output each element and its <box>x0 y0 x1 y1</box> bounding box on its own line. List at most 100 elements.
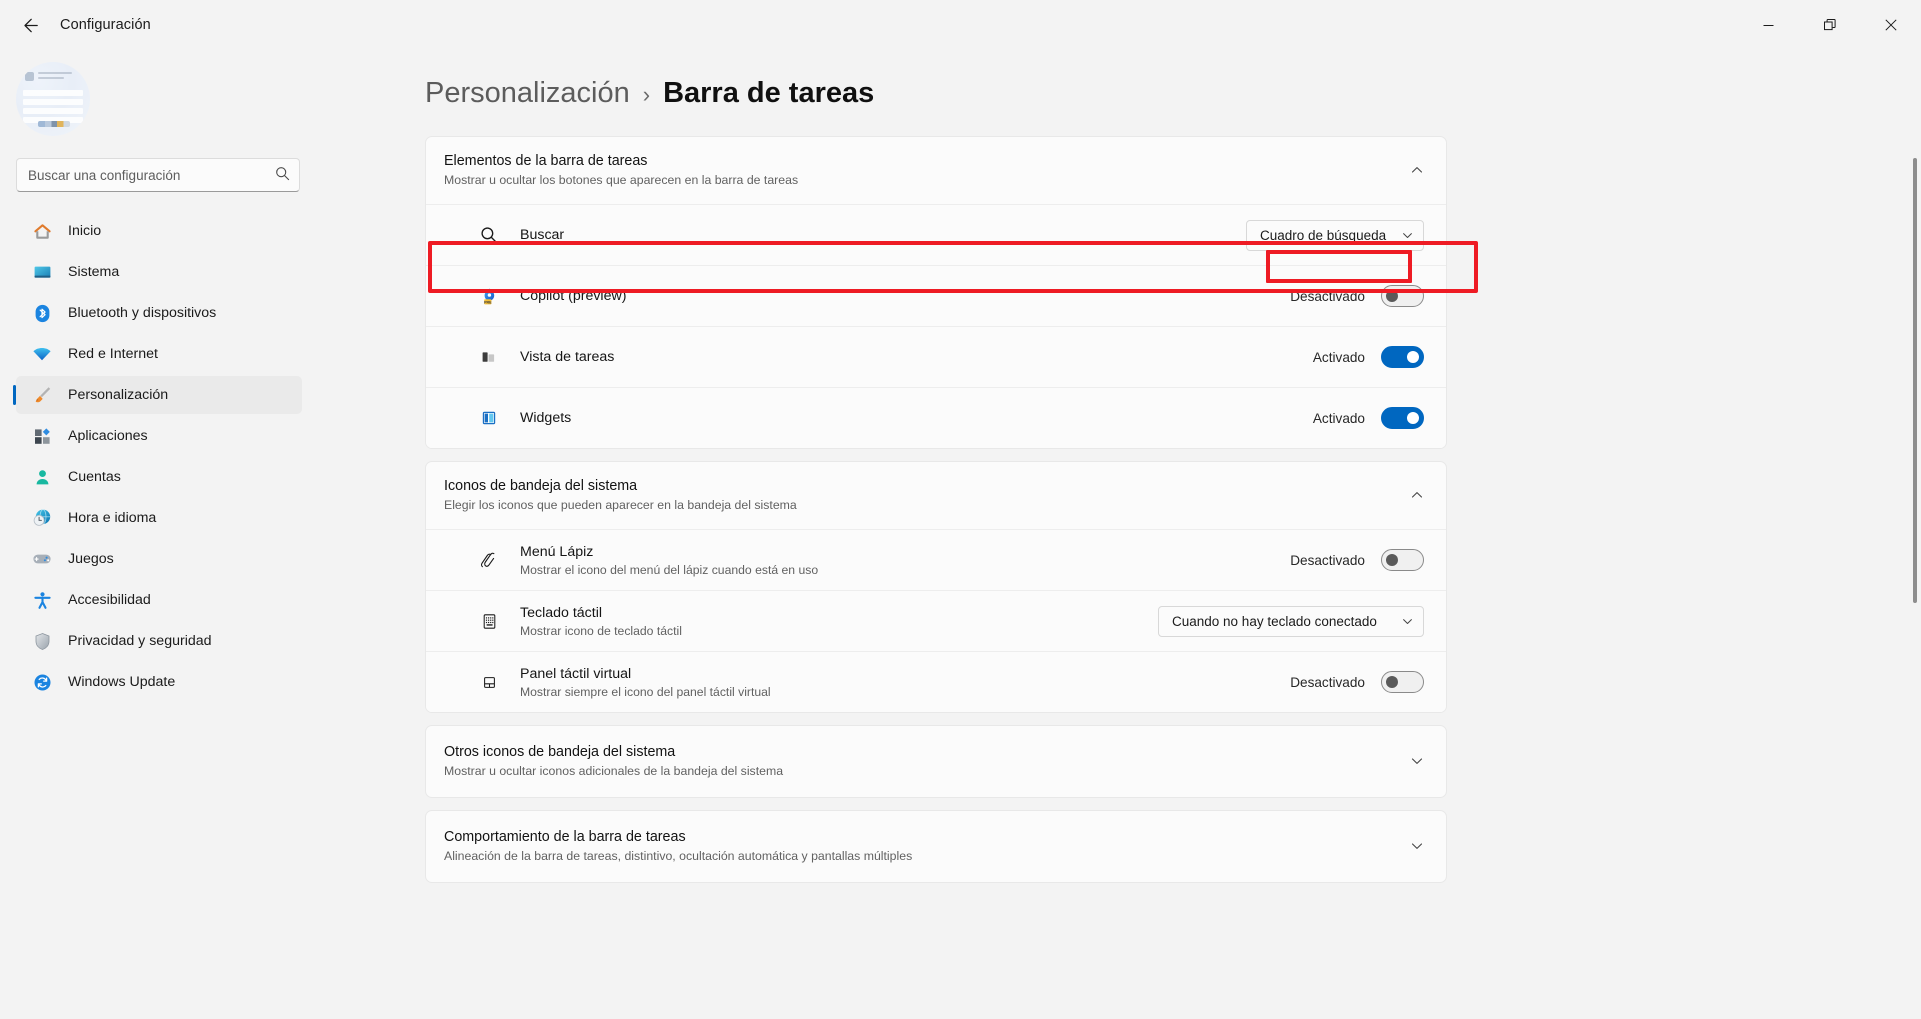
sidebar-item-accesibilidad[interactable]: Accesibilidad <box>16 581 302 619</box>
sidebar-item-label: Inicio <box>68 223 102 239</box>
app-title: Configuración <box>60 17 151 33</box>
card-subtitle: Mostrar u ocultar iconos adicionales de … <box>444 764 784 778</box>
row-search[interactable]: Buscar Cuadro de búsqueda <box>426 204 1446 265</box>
row-control: Desactivado <box>1290 285 1424 307</box>
sidebar-item-inicio[interactable]: Inicio <box>16 212 302 250</box>
row-pen-menu[interactable]: Menú Lápiz Mostrar el icono del menú del… <box>426 529 1446 590</box>
card-header-taskbar-items[interactable]: Elementos de la barra de tareas Mostrar … <box>426 137 1446 204</box>
wifi-icon <box>32 344 52 364</box>
maximize-button[interactable] <box>1799 0 1860 50</box>
card-title: Otros iconos de bandeja del sistema <box>444 744 676 760</box>
row-widgets[interactable]: Widgets Activado <box>426 387 1446 448</box>
pen-menu-toggle[interactable] <box>1381 549 1424 571</box>
card-header-taskbar-behaviors[interactable]: Comportamiento de la barra de tareas Ali… <box>426 811 1446 882</box>
title-bar: Configuración <box>0 0 1921 50</box>
row-task-view[interactable]: Vista de tareas Activado <box>426 326 1446 387</box>
row-touch-keyboard[interactable]: Teclado táctil Mostrar icono de teclado … <box>426 590 1446 651</box>
row-control: Activado <box>1313 346 1424 368</box>
sidebar-item-sistema[interactable]: Sistema <box>16 253 302 291</box>
row-text: Widgets <box>520 410 1313 426</box>
paintbrush-icon <box>32 385 52 405</box>
sidebar-item-label: Hora e idioma <box>68 510 157 526</box>
sidebar-item-aplicaciones[interactable]: Aplicaciones <box>16 417 302 455</box>
sidebar-item-windows-update[interactable]: Windows Update <box>16 663 302 701</box>
row-title: Panel táctil virtual <box>520 665 632 682</box>
sidebar-item-cuentas[interactable]: Cuentas <box>16 458 302 496</box>
window-controls <box>1738 0 1921 50</box>
row-control: Cuando no hay teclado conectado <box>1158 605 1424 637</box>
task-view-toggle[interactable] <box>1381 346 1424 368</box>
display-icon <box>32 262 52 282</box>
card-header-tray-icons[interactable]: Iconos de bandeja del sistema Elegir los… <box>426 462 1446 529</box>
toggle-state-label: Desactivado <box>1290 674 1365 690</box>
touchpad-icon <box>478 673 500 692</box>
dropdown-value: Cuadro de búsqueda <box>1260 227 1387 243</box>
toggle-state-label: Desactivado <box>1290 288 1365 304</box>
breadcrumb-parent[interactable]: Personalización <box>425 77 630 110</box>
card-other-tray-icons: Otros iconos de bandeja del sistema Most… <box>425 725 1447 798</box>
minimize-icon <box>1763 24 1774 26</box>
row-title: Teclado táctil <box>520 604 603 621</box>
close-icon <box>1884 19 1897 31</box>
back-button[interactable] <box>10 8 48 42</box>
sidebar-nav: Inicio Sistema Bluetooth y dispositivos … <box>0 212 320 701</box>
chevron-down-icon <box>1411 758 1423 764</box>
row-virtual-touchpad[interactable]: Panel táctil virtual Mostrar siempre el … <box>426 651 1446 712</box>
bluetooth-icon <box>32 303 52 323</box>
row-text: Buscar <box>520 227 1246 243</box>
widgets-toggle[interactable] <box>1381 407 1424 429</box>
person-icon <box>32 467 52 487</box>
row-text: Copilot (preview) <box>520 288 1290 304</box>
card-header-other-tray-icons[interactable]: Otros iconos de bandeja del sistema Most… <box>426 726 1446 797</box>
row-text: Vista de tareas <box>520 349 1313 365</box>
row-control: Activado <box>1313 407 1424 429</box>
row-text: Menú Lápiz Mostrar el icono del menú del… <box>520 544 1290 577</box>
sidebar-item-hora-idioma[interactable]: Hora e idioma <box>16 499 302 537</box>
card-tray-icons: Iconos de bandeja del sistema Elegir los… <box>425 461 1447 713</box>
search-mode-dropdown[interactable]: Cuadro de búsqueda <box>1246 219 1424 251</box>
main-pane: Personalización › Barra de tareas Elemen… <box>320 50 1921 1019</box>
gamepad-icon <box>32 549 52 569</box>
search-box[interactable] <box>16 158 300 192</box>
sidebar-item-label: Windows Update <box>68 674 176 690</box>
home-icon <box>32 221 52 241</box>
row-title: Copilot (preview) <box>520 288 627 304</box>
row-title: Vista de tareas <box>520 349 615 365</box>
breadcrumb: Personalización › Barra de tareas <box>425 77 1921 110</box>
sidebar-item-label: Bluetooth y dispositivos <box>68 305 217 321</box>
card-subtitle: Alineación de la barra de tareas, distin… <box>444 849 913 863</box>
row-title: Menú Lápiz <box>520 543 594 560</box>
vertical-scrollbar[interactable] <box>1913 158 1917 603</box>
row-text: Panel táctil virtual Mostrar siempre el … <box>520 666 1290 699</box>
sidebar-item-label: Red e Internet <box>68 346 158 362</box>
avatar <box>16 62 90 136</box>
sidebar-item-personalizacion[interactable]: Personalización <box>13 376 302 414</box>
sidebar: Inicio Sistema <box>0 50 320 1019</box>
sidebar-item-label: Accesibilidad <box>68 592 151 608</box>
sidebar-item-juegos[interactable]: Juegos <box>16 540 302 578</box>
row-subtitle: Mostrar el icono del menú del lápiz cuan… <box>520 562 819 577</box>
touch-keyboard-dropdown[interactable]: Cuando no hay teclado conectado <box>1158 605 1424 637</box>
sidebar-item-red[interactable]: Red e Internet <box>16 335 302 373</box>
row-title: Widgets <box>520 410 572 426</box>
clock-globe-icon <box>32 508 52 528</box>
card-subtitle: Elegir los iconos que pueden aparecer en… <box>444 498 797 512</box>
row-subtitle: Mostrar icono de teclado táctil <box>520 623 682 638</box>
toggle-state-label: Activado <box>1312 410 1365 426</box>
card-taskbar-items: Elementos de la barra de tareas Mostrar … <box>425 136 1447 449</box>
minimize-button[interactable] <box>1738 0 1799 50</box>
page-title: Barra de tareas <box>663 77 875 109</box>
back-arrow-icon <box>24 18 38 33</box>
apps-icon <box>32 426 52 446</box>
sidebar-item-bluetooth[interactable]: Bluetooth y dispositivos <box>16 294 302 332</box>
sidebar-item-privacidad[interactable]: Privacidad y seguridad <box>16 622 302 660</box>
task-view-icon <box>478 348 500 366</box>
search-input[interactable] <box>17 159 299 191</box>
virtual-touchpad-toggle[interactable] <box>1381 671 1424 693</box>
sidebar-item-label: Aplicaciones <box>68 428 148 444</box>
close-button[interactable] <box>1860 0 1921 50</box>
pen-icon <box>478 551 500 570</box>
settings-window: Configuración Buscar una configuración I… <box>0 0 1921 1019</box>
copilot-toggle[interactable] <box>1381 285 1424 307</box>
row-copilot[interactable]: PRE Copilot (preview) Desactivado <box>426 265 1446 326</box>
